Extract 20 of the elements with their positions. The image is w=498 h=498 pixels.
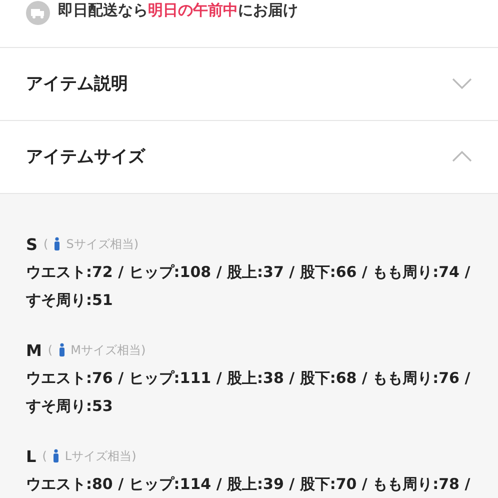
delivery-text: 即日配送なら明日の午前中にお届け xyxy=(58,1,298,20)
measurement-text: ウエスト:72 / ヒップ:108 / 股上:37 / 股下:66 / もも周り:74 / xyxy=(26,262,472,283)
paren-text: ( xyxy=(48,343,53,357)
paren-text: ( xyxy=(44,237,48,251)
size-label: M xyxy=(26,340,42,360)
size-equivalent: Sサイズ相当) xyxy=(66,236,139,252)
paren-text: ( xyxy=(42,449,47,463)
measurement-text: すそ周り:51 xyxy=(26,290,114,311)
measurement-text: ウエスト:80 / ヒップ:114 / 股上:39 / 股下:70 / もも周り:78 / xyxy=(26,474,472,495)
measurement-text: ウエスト:76 / ヒップ:111 / 股上:38 / 股下:68 / もも周り:76 / xyxy=(26,368,472,389)
size-label: L xyxy=(26,446,36,466)
accordion-header[interactable]: アイテム説明 xyxy=(0,48,498,121)
person-icon xyxy=(54,237,60,251)
size-label: S xyxy=(26,234,38,254)
truck-icon xyxy=(26,1,50,25)
person-icon xyxy=(52,449,59,463)
person-icon xyxy=(58,343,65,357)
measurement-text: すそ周り:53 xyxy=(26,396,114,417)
size-equivalent: Mサイズ相当) xyxy=(70,342,146,358)
size-equivalent: Lサイズ相当) xyxy=(64,448,136,464)
